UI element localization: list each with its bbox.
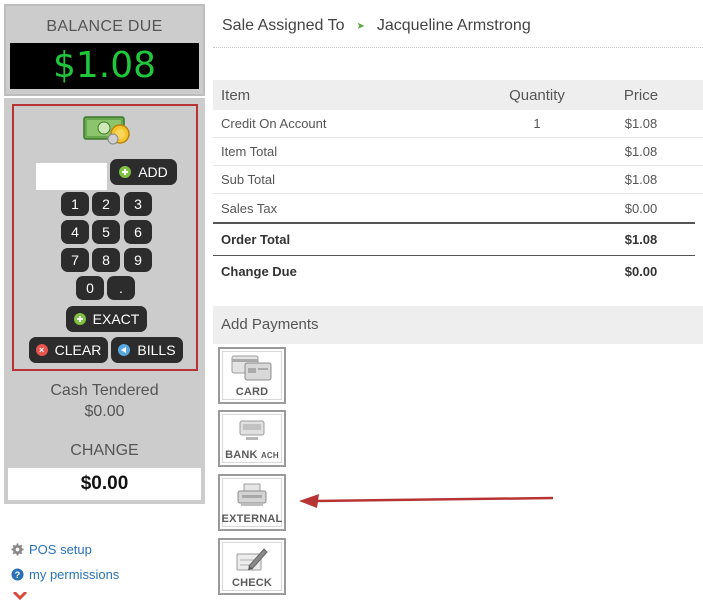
bank-label: BANK: [225, 449, 258, 461]
gear-icon: [11, 543, 24, 556]
change-label: CHANGE: [70, 442, 139, 459]
row-price: $1.08: [624, 116, 658, 131]
card-payment-button[interactable]: CARD: [218, 347, 286, 404]
key-6[interactable]: 6: [124, 220, 152, 244]
key-4[interactable]: 4: [61, 220, 89, 244]
cash-money-icon: [83, 116, 130, 145]
bank-icon: [239, 420, 265, 440]
partial-menu-icon: [12, 592, 28, 600]
customer-name[interactable]: Jacqueline Armstrong: [377, 17, 531, 35]
key-3[interactable]: 3: [124, 192, 152, 216]
header-quantity: Quantity: [509, 86, 565, 104]
my-permissions-link[interactable]: ? my permissions: [11, 562, 119, 587]
svg-text:?: ?: [15, 570, 21, 580]
external-payment-button[interactable]: EXTERNAL: [218, 474, 286, 531]
order-total-row: Order Total $1.08: [213, 224, 695, 255]
key-8[interactable]: 8: [92, 248, 120, 272]
keypad-highlight-frame: ADD 1 2 3 4 5 6 7 8 9 0 . EXACT × CLEAR …: [12, 104, 198, 371]
add-label: ADD: [138, 164, 168, 180]
change-due-value: $0.00: [624, 264, 658, 279]
row-item: Sub Total: [221, 172, 275, 187]
cash-keypad-panel: ADD 1 2 3 4 5 6 7 8 9 0 . EXACT × CLEAR …: [4, 98, 205, 504]
key-2[interactable]: 2: [92, 192, 120, 216]
row-price: $1.08: [624, 172, 658, 187]
bills-button[interactable]: BILLS: [111, 337, 183, 363]
external-label: EXTERNAL: [221, 513, 283, 525]
balance-due-box: BALANCE DUE $1.08: [4, 4, 205, 96]
add-payments-title: Add Payments: [213, 306, 703, 344]
table-row: Credit On Account 1 $1.08: [213, 110, 703, 138]
row-qty: 1: [533, 116, 541, 131]
balance-panel: BALANCE DUE $1.08: [4, 4, 205, 96]
exact-button[interactable]: EXACT: [66, 306, 147, 332]
balance-due-amount: $1.08: [10, 43, 199, 89]
change-value: $0.00: [8, 468, 201, 500]
key-decimal[interactable]: .: [107, 276, 135, 300]
cash-tendered-label: Cash Tendered: [50, 382, 159, 399]
exact-label: EXACT: [92, 311, 140, 327]
header-item: Item: [221, 86, 251, 104]
back-arrow-icon: [118, 344, 131, 356]
ach-label: ACH: [260, 451, 279, 460]
arrow-right-icon: ➤: [356, 20, 365, 32]
my-permissions-label: my permissions: [29, 567, 120, 582]
order-total-value: $1.08: [624, 232, 658, 247]
add-button[interactable]: ADD: [110, 159, 177, 185]
question-icon: ?: [11, 568, 24, 581]
bank-ach-payment-button[interactable]: BANK ACH: [218, 410, 286, 467]
check-payment-button[interactable]: CHECK: [218, 538, 286, 595]
clear-label: CLEAR: [54, 342, 102, 358]
bank-ach-label: BANK ACH: [220, 449, 284, 461]
pos-setup-link[interactable]: POS setup: [11, 537, 119, 562]
key-5[interactable]: 5: [92, 220, 120, 244]
key-1[interactable]: 1: [61, 192, 89, 216]
row-price: $0.00: [624, 200, 658, 216]
bills-label: BILLS: [137, 342, 176, 358]
clear-button[interactable]: × CLEAR: [29, 337, 108, 363]
table-row: Item Total $1.08: [213, 138, 703, 166]
order-total-label: Order Total: [221, 232, 291, 247]
key-0[interactable]: 0: [76, 276, 104, 300]
table-header: Item Quantity Price: [213, 80, 703, 110]
header-divider: [213, 47, 703, 48]
header-price: Price: [623, 86, 659, 104]
plus-icon: [119, 166, 132, 178]
row-price: $1.08: [624, 144, 658, 159]
table-row: Sub Total $1.08: [213, 166, 703, 194]
cash-tendered-value: $0.00: [84, 403, 125, 420]
table-row: Sales Tax $0.00: [213, 194, 703, 222]
row-item: Item Total: [221, 144, 278, 159]
sale-assigned-header: Sale Assigned To ➤ Jacqueline Armstrong: [222, 17, 531, 35]
balance-due-label: BALANCE DUE: [46, 18, 163, 35]
change-due-row: Change Due $0.00: [213, 256, 695, 287]
amount-input[interactable]: [36, 163, 107, 190]
check-pen-icon: [236, 548, 268, 571]
card-label: CARD: [235, 386, 269, 398]
row-item: Credit On Account: [221, 116, 327, 131]
check-label: CHECK: [231, 577, 273, 589]
order-items-table: Item Quantity Price Credit On Account 1 …: [213, 80, 703, 287]
key-9[interactable]: 9: [124, 248, 152, 272]
pos-setup-label: POS setup: [29, 542, 92, 557]
close-icon: ×: [35, 344, 48, 356]
plus-icon: [73, 313, 86, 325]
external-terminal-icon: [237, 483, 267, 506]
annotation-arrow: [299, 494, 554, 508]
side-links: POS setup ? my permissions: [11, 537, 119, 587]
sale-assigned-label: Sale Assigned To: [222, 17, 345, 34]
key-7[interactable]: 7: [61, 248, 89, 272]
credit-card-icon: [231, 355, 272, 381]
change-due-label: Change Due: [221, 264, 297, 279]
row-item: Sales Tax: [221, 200, 278, 216]
